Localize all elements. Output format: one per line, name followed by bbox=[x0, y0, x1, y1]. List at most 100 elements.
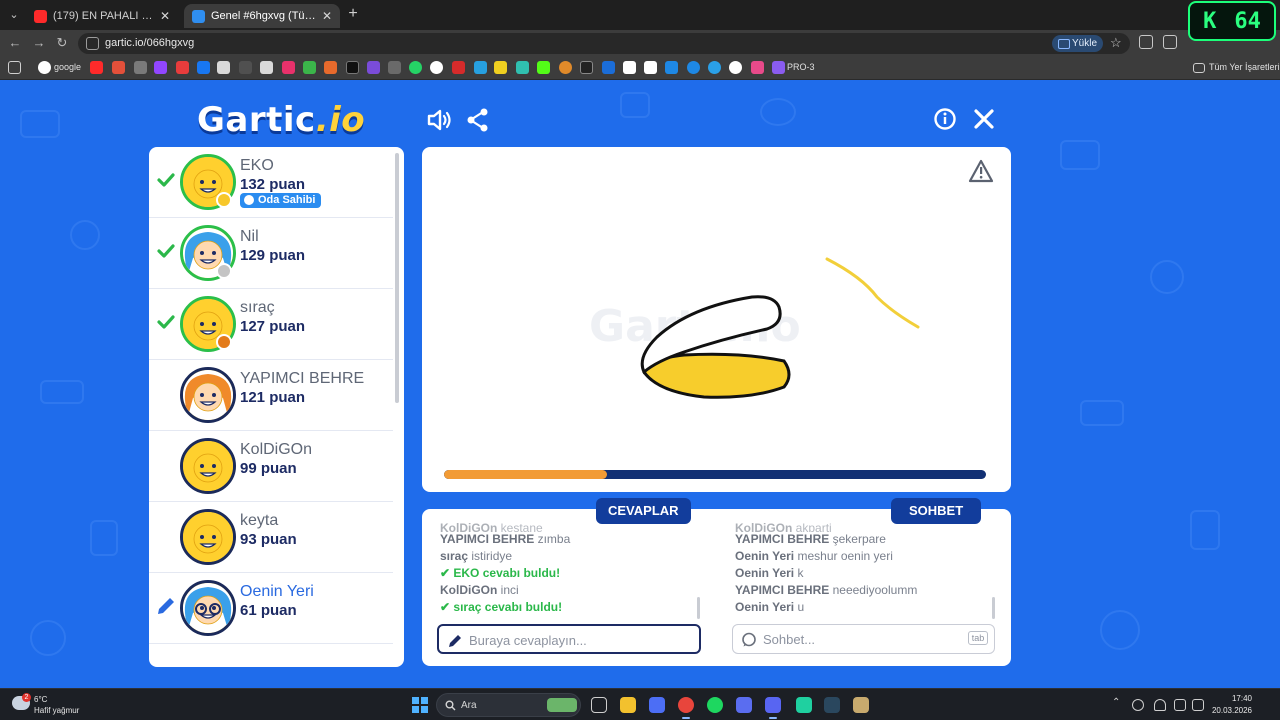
taskbar-search[interactable]: Ara bbox=[436, 693, 581, 717]
task-view-icon[interactable] bbox=[591, 697, 607, 713]
player-row[interactable]: KolDiGOn 99 puan bbox=[149, 431, 393, 502]
bookmark-icon[interactable] bbox=[452, 61, 465, 74]
player-avatar[interactable] bbox=[180, 367, 236, 423]
bookmark-icon[interactable] bbox=[665, 61, 678, 74]
bookmark-icon[interactable] bbox=[751, 61, 764, 74]
bookmark-google-label[interactable]: google bbox=[54, 62, 81, 72]
bookmark-icon[interactable] bbox=[324, 61, 337, 74]
chrome-icon[interactable] bbox=[678, 697, 694, 719]
tray-chevron-icon[interactable]: ⌃ bbox=[1112, 697, 1124, 709]
close-tab-icon[interactable]: ✕ bbox=[160, 9, 170, 23]
store-icon[interactable] bbox=[649, 697, 665, 713]
steam-icon[interactable] bbox=[824, 697, 840, 713]
new-tab-button[interactable]: + bbox=[344, 5, 362, 23]
apps-grid-icon[interactable] bbox=[8, 61, 21, 74]
onedrive-icon[interactable] bbox=[1132, 699, 1144, 711]
tab-search-chevron-icon[interactable]: ⌄ bbox=[4, 5, 24, 25]
volume-icon[interactable] bbox=[1192, 699, 1204, 711]
bookmark-icon[interactable] bbox=[772, 61, 785, 74]
bookmark-icon[interactable] bbox=[708, 61, 721, 74]
bookmark-icon[interactable] bbox=[260, 61, 273, 74]
file-explorer-icon[interactable] bbox=[620, 697, 636, 713]
weather-description[interactable]: Hafif yağmur bbox=[34, 706, 79, 715]
windows-start-icon[interactable] bbox=[412, 697, 428, 713]
message-user: sıraç bbox=[453, 600, 482, 614]
bookmark-icon[interactable] bbox=[134, 61, 147, 74]
back-icon[interactable]: ← bbox=[6, 34, 24, 52]
chat-field[interactable]: tab bbox=[732, 624, 995, 654]
league-icon[interactable] bbox=[853, 697, 869, 713]
weather-temp[interactable]: 6°C bbox=[34, 695, 47, 704]
info-icon[interactable] bbox=[933, 107, 957, 131]
install-app-button[interactable]: Yükle bbox=[1052, 35, 1104, 52]
bookmark-icon[interactable] bbox=[729, 61, 742, 74]
app-icon[interactable] bbox=[736, 697, 752, 713]
bookmark-icon[interactable] bbox=[687, 61, 700, 74]
bookmark-icon[interactable] bbox=[494, 61, 507, 74]
drawing-canvas[interactable]: Gartic.io bbox=[422, 147, 1011, 492]
bookmark-icon[interactable] bbox=[367, 61, 380, 74]
twitch-icon[interactable] bbox=[154, 61, 167, 74]
bookmark-icon[interactable] bbox=[602, 61, 615, 74]
tab-groups-icon[interactable] bbox=[1139, 35, 1153, 49]
players-scrollbar[interactable] bbox=[395, 153, 399, 403]
site-info-icon[interactable] bbox=[86, 37, 99, 50]
bookmark-icon[interactable] bbox=[303, 61, 316, 74]
whatsapp-icon[interactable] bbox=[409, 61, 422, 74]
address-bar[interactable]: gartic.io/066hgxvg Yükle ☆ bbox=[78, 33, 1130, 54]
background-doodle bbox=[1190, 510, 1220, 550]
extensions-icon[interactable] bbox=[1163, 35, 1177, 49]
bookmark-icon[interactable] bbox=[239, 61, 252, 74]
share-icon[interactable] bbox=[466, 107, 490, 133]
tiktok-icon[interactable] bbox=[346, 61, 359, 74]
speaker-icon[interactable] bbox=[426, 107, 452, 133]
browser-tab-gartic[interactable]: Genel #6hgxvg (Türkçe) - Gartic.io ✕ bbox=[184, 4, 340, 28]
bookmark-icon[interactable] bbox=[644, 61, 657, 74]
app-icon[interactable] bbox=[796, 697, 812, 713]
player-row[interactable]: sıraç 127 puan bbox=[149, 289, 393, 360]
gartic-logo[interactable]: Gartic.io bbox=[197, 100, 365, 140]
answer-field[interactable] bbox=[437, 624, 701, 654]
microphone-icon[interactable] bbox=[1154, 699, 1166, 711]
bookmark-icon[interactable] bbox=[90, 61, 103, 74]
answer-input[interactable] bbox=[469, 631, 669, 649]
discord-icon[interactable] bbox=[765, 697, 781, 719]
taskbar-clock[interactable]: 17:40 20.03.2026 bbox=[1210, 694, 1252, 715]
bookmark-icon[interactable] bbox=[516, 61, 529, 74]
player-avatar[interactable] bbox=[180, 509, 236, 565]
bookmark-icon[interactable] bbox=[474, 61, 487, 74]
bookmark-icon[interactable] bbox=[176, 61, 189, 74]
player-avatar[interactable] bbox=[180, 580, 236, 636]
bookmark-icon[interactable] bbox=[623, 61, 636, 74]
player-row[interactable]: EKO 132 puan Oda Sahibi bbox=[149, 147, 393, 218]
bookmark-star-icon[interactable]: ☆ bbox=[1110, 35, 1122, 51]
close-icon[interactable] bbox=[972, 107, 996, 131]
player-row[interactable]: Oenin Yeri 61 puan bbox=[149, 573, 393, 644]
kick-icon[interactable] bbox=[537, 61, 550, 74]
network-icon[interactable] bbox=[1174, 699, 1186, 711]
spotify-icon[interactable] bbox=[707, 697, 723, 713]
facebook-icon[interactable] bbox=[197, 61, 210, 74]
player-row[interactable]: keyta 93 puan bbox=[149, 502, 393, 573]
bookmark-icon[interactable] bbox=[430, 61, 443, 74]
reload-icon[interactable]: ↻ bbox=[53, 34, 71, 52]
chat-scrollbar[interactable] bbox=[992, 597, 995, 619]
player-row[interactable]: Nil 129 puan bbox=[149, 218, 393, 289]
bookmark-icon[interactable] bbox=[217, 61, 230, 74]
google-icon[interactable] bbox=[38, 61, 51, 74]
message-row: Oenin Yeri meshur oenin yeri bbox=[735, 549, 995, 566]
close-tab-icon[interactable]: ✕ bbox=[322, 9, 332, 23]
all-bookmarks-label[interactable]: Tüm Yer İşaretleri bbox=[1209, 62, 1280, 72]
player-avatar[interactable] bbox=[180, 438, 236, 494]
bookmark-pro3-label[interactable]: PRO-3 bbox=[787, 62, 815, 72]
browser-tab-youtube[interactable]: (179) EN PAHALI DEV MARKET ... ✕ bbox=[26, 4, 178, 28]
bookmark-icon[interactable] bbox=[388, 61, 401, 74]
bookmark-icon[interactable] bbox=[559, 61, 572, 74]
forward-icon[interactable]: → bbox=[30, 34, 48, 52]
bookmark-icon[interactable] bbox=[112, 61, 125, 74]
bookmark-icon[interactable] bbox=[282, 61, 295, 74]
bookmark-icon[interactable] bbox=[580, 61, 593, 74]
answers-scrollbar[interactable] bbox=[697, 597, 700, 619]
chat-input[interactable] bbox=[763, 630, 963, 648]
player-row[interactable]: YAPIMCI BEHRE 121 puan bbox=[149, 360, 393, 431]
